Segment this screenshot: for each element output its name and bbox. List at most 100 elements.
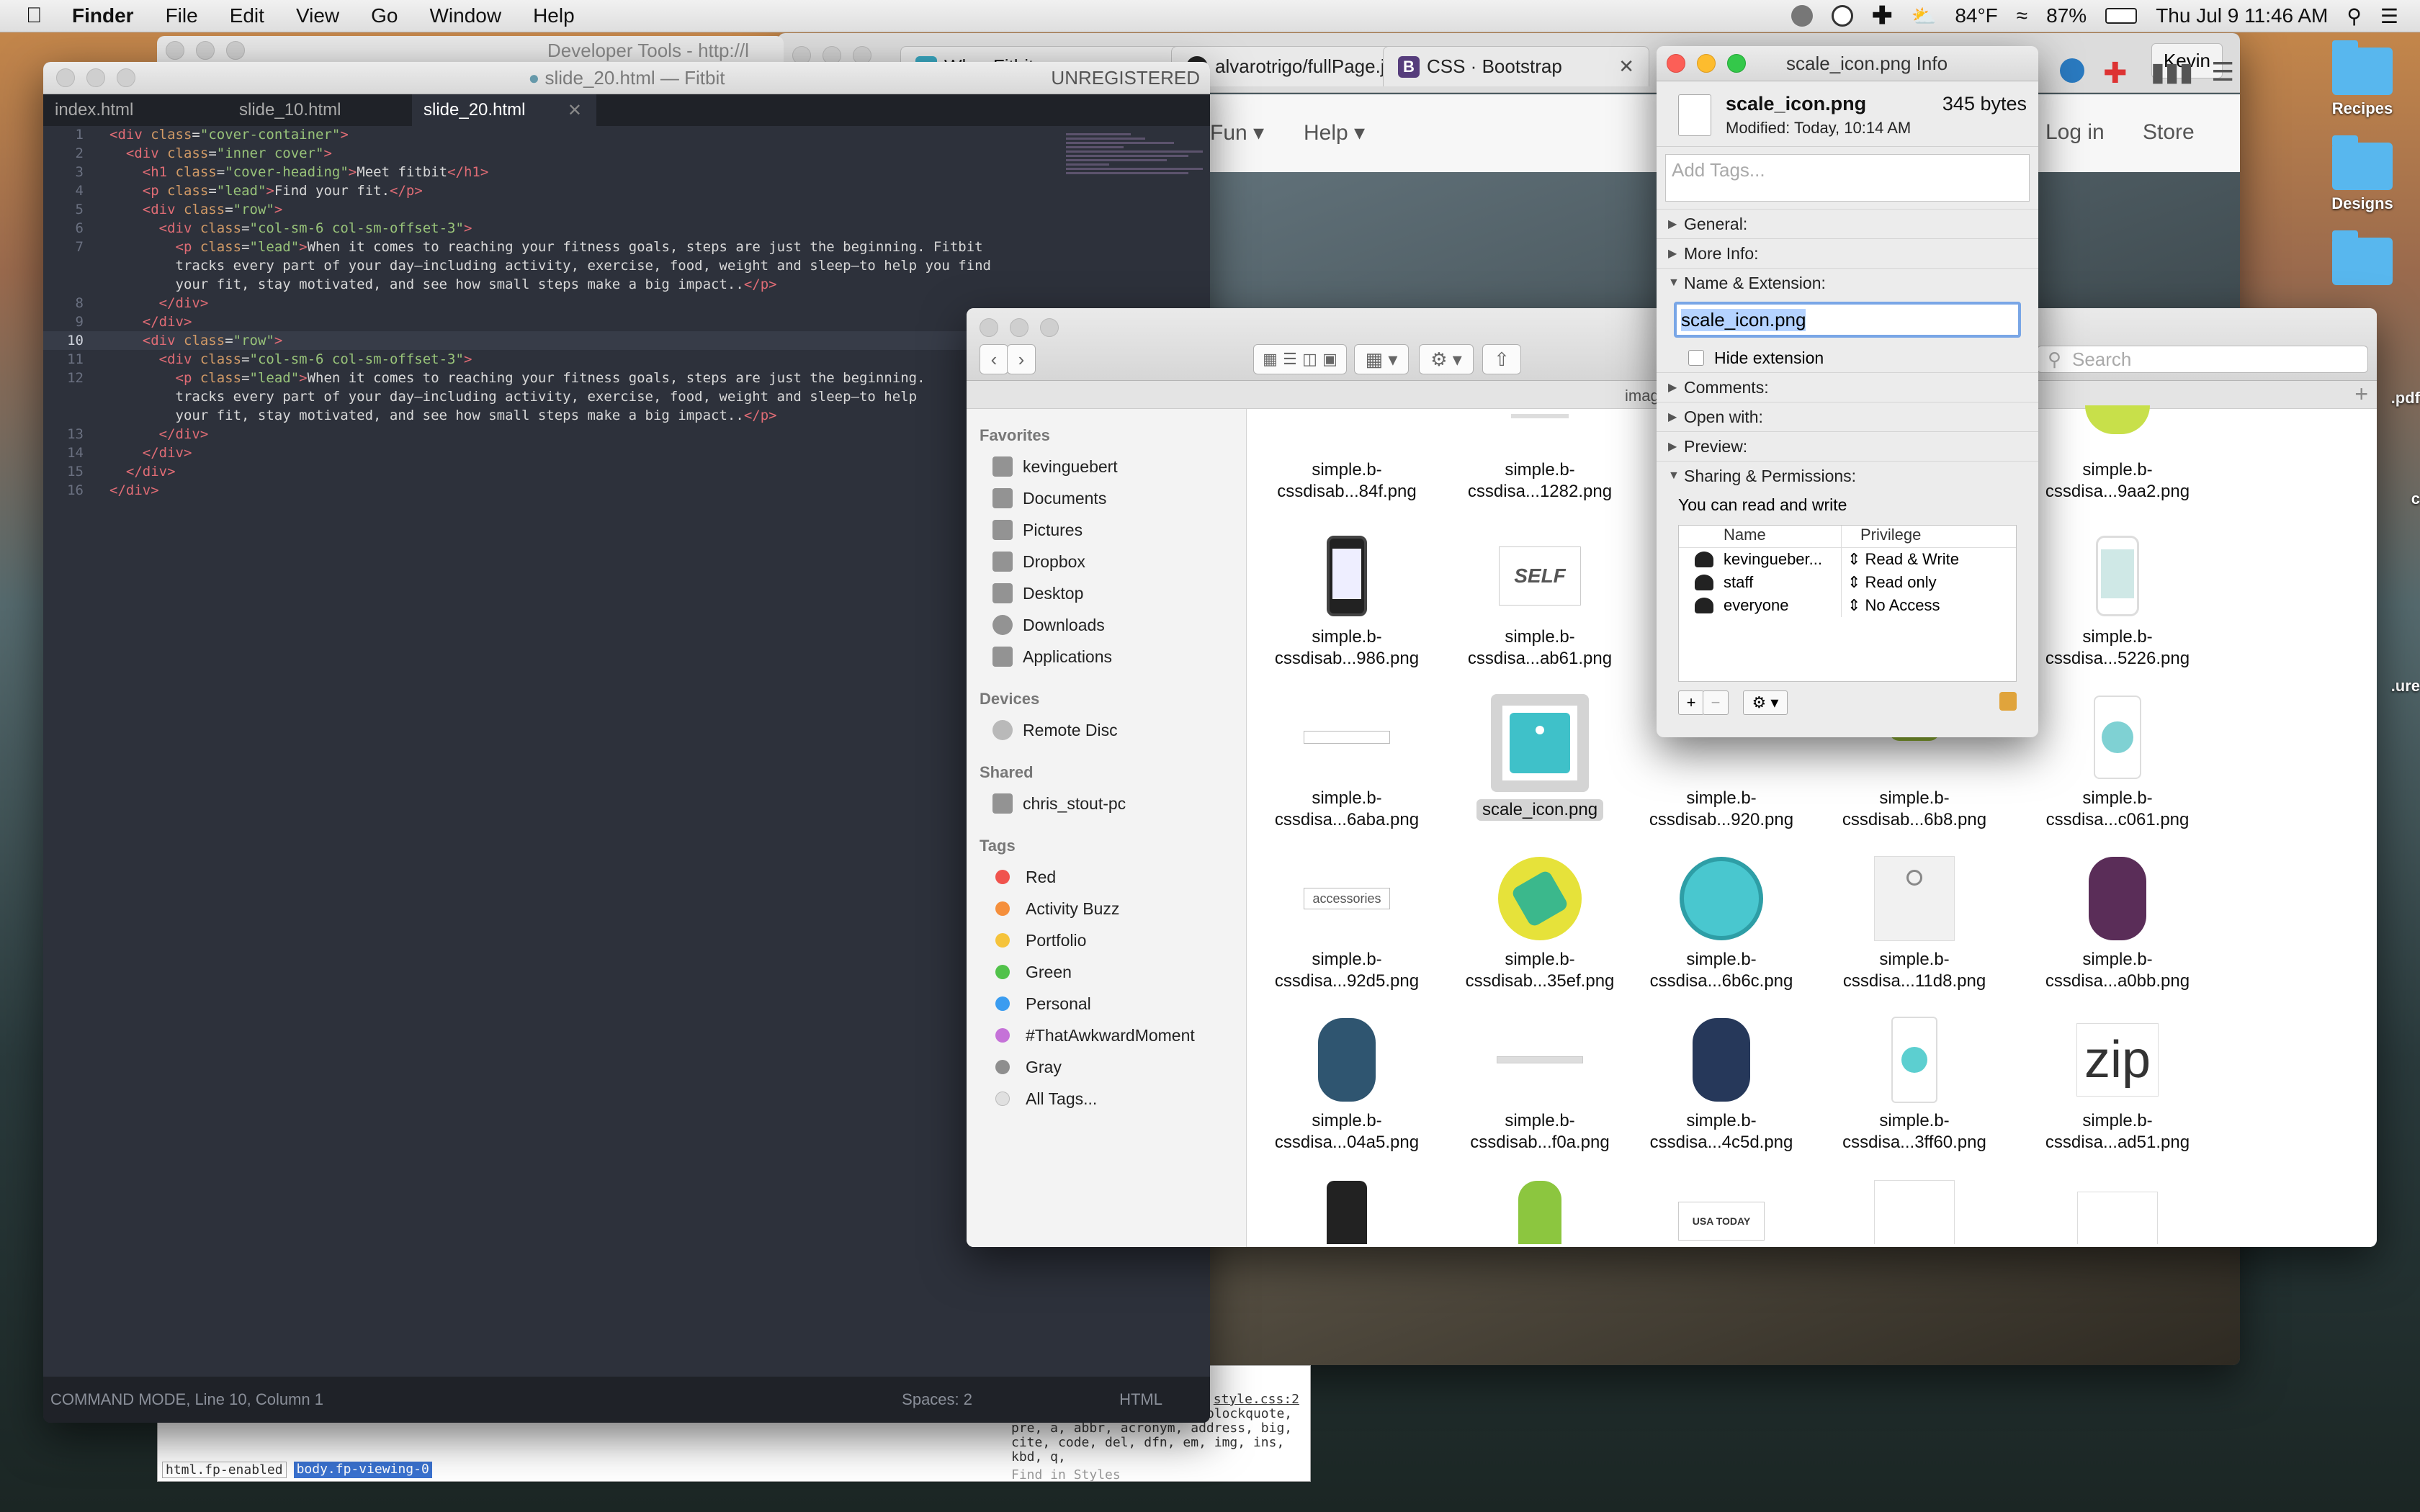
view-mode-switcher[interactable]: ▦ ☰ ◫ ▣ bbox=[1253, 344, 1347, 374]
action-button[interactable]: ⚙ ▾ bbox=[1419, 344, 1474, 374]
nav-help[interactable]: Help ▾ bbox=[1304, 120, 1365, 145]
spotlight-icon[interactable]: ⚲ bbox=[2347, 4, 2362, 28]
permission-row[interactable]: staff ⇕ Read only bbox=[1679, 571, 2016, 594]
lock-icon[interactable] bbox=[1999, 692, 2017, 711]
add-tab-icon[interactable]: + bbox=[2354, 381, 2368, 408]
do-not-disturb-icon[interactable] bbox=[1831, 5, 1853, 27]
file-item[interactable]: simple.b-cssdisab...f0a.png bbox=[1453, 1017, 1626, 1175]
zoom-window-icon[interactable] bbox=[1727, 54, 1746, 73]
menu-file[interactable]: File bbox=[166, 4, 198, 27]
sidebar-item-desktop[interactable]: Desktop bbox=[967, 577, 1246, 609]
permissions-action-button[interactable]: ⚙ ▾ bbox=[1743, 690, 1788, 715]
code-editor[interactable]: 1 <div class="cover-container"> 2 <div cl… bbox=[43, 125, 1066, 1377]
file-item[interactable]: zip simple.b-cssdisa...ad51.png bbox=[2031, 1017, 2204, 1175]
col-header-privilege[interactable]: Privilege bbox=[1842, 526, 1921, 547]
sidebar-item-shared-pc[interactable]: chris_stout-pc bbox=[967, 788, 1246, 819]
close-tab-icon[interactable]: ✕ bbox=[568, 100, 582, 121]
coverflow-view-icon[interactable]: ▣ bbox=[1322, 350, 1337, 369]
desktop-folder[interactable] bbox=[2319, 230, 2406, 289]
file-item[interactable] bbox=[1260, 1178, 1433, 1244]
sidebar-item-applications[interactable]: Applications bbox=[967, 641, 1246, 672]
privilege-popup[interactable]: ⇕ Read only bbox=[1842, 573, 1937, 592]
file-item[interactable]: simple.b-cssdisa...04a5.png bbox=[1260, 1017, 1433, 1175]
close-tab-icon[interactable]: ✕ bbox=[1618, 55, 1634, 78]
sidebar-item-documents[interactable]: Documents bbox=[967, 482, 1246, 514]
section-more-info[interactable]: ▶ More Info: bbox=[1657, 238, 2038, 268]
permission-row[interactable]: kevingueber... ⇕ Read & Write bbox=[1679, 548, 2016, 571]
battery-icon[interactable] bbox=[2105, 8, 2138, 24]
editor-tab-index[interactable]: index.html bbox=[43, 94, 228, 126]
battery-percent[interactable]: 87% bbox=[2046, 4, 2087, 27]
sidebar-all-tags[interactable]: All Tags... bbox=[967, 1083, 1246, 1115]
forward-button[interactable]: › bbox=[1007, 344, 1036, 374]
nav-log-in[interactable]: Log in bbox=[2045, 120, 2105, 145]
name-extension-field[interactable]: scale_icon.png bbox=[1674, 302, 2021, 338]
back-button[interactable]: ‹ bbox=[980, 344, 1008, 374]
file-item[interactable] bbox=[1453, 1178, 1626, 1244]
menu-edit[interactable]: Edit bbox=[230, 4, 264, 27]
file-item[interactable]: simple.b-cssdisa...c061.png bbox=[2031, 694, 2204, 852]
breadcrumb-html[interactable]: html.fp-enabled bbox=[162, 1462, 287, 1478]
file-item[interactable]: simple.b-cssdisa...3ff60.png bbox=[1828, 1017, 2001, 1175]
section-name-extension[interactable]: ▼ Name & Extension: bbox=[1657, 268, 2038, 297]
sidebar-tag-gray[interactable]: Gray bbox=[967, 1051, 1246, 1083]
minimap[interactable] bbox=[1066, 131, 1210, 217]
sidebar-tag-personal[interactable]: Personal bbox=[967, 988, 1246, 1020]
remove-user-button[interactable]: − bbox=[1703, 690, 1729, 715]
sidebar-item-remote-disc[interactable]: Remote Disc bbox=[967, 714, 1246, 746]
privilege-popup[interactable]: ⇕ Read & Write bbox=[1842, 550, 1959, 569]
sidebar-tag-activity-buzz[interactable]: Activity Buzz bbox=[967, 893, 1246, 924]
clock[interactable]: Thu Jul 9 11:46 AM bbox=[2156, 4, 2328, 27]
sidebar-tag-red[interactable]: Red bbox=[967, 861, 1246, 893]
permission-row[interactable]: everyone ⇕ No Access bbox=[1679, 594, 2016, 617]
notification-bell-icon[interactable] bbox=[1791, 5, 1813, 27]
share-button[interactable]: ⇧ bbox=[1482, 344, 1521, 374]
menu-window[interactable]: Window bbox=[429, 4, 501, 27]
file-item[interactable]: SELF simple.b-cssdisa...ab61.png bbox=[1453, 533, 1626, 691]
editor-tab-slide20[interactable]: slide_20.html ✕ bbox=[412, 94, 596, 126]
file-item-selected[interactable]: scale_icon.png bbox=[1453, 694, 1626, 852]
sidebar-tag-portfolio[interactable]: Portfolio bbox=[967, 924, 1246, 956]
devtools-window-controls[interactable] bbox=[166, 41, 245, 60]
file-item[interactable]: simple.b-cssdisa...11d8.png bbox=[1828, 855, 2001, 1014]
nav-store[interactable]: Store bbox=[2143, 120, 2195, 145]
menu-help[interactable]: Help bbox=[533, 4, 575, 27]
sidebar-item-dropbox[interactable]: Dropbox bbox=[967, 546, 1246, 577]
sidebar-tag-awkward[interactable]: #ThatAwkwardMoment bbox=[967, 1020, 1246, 1051]
menu-view[interactable]: View bbox=[296, 4, 339, 27]
menu-go[interactable]: Go bbox=[371, 4, 398, 27]
indentation-setting[interactable]: Spaces: 2 bbox=[902, 1390, 972, 1409]
file-item[interactable]: simple.b-cssdisa...a0bb.png bbox=[2031, 855, 2204, 1014]
section-sharing-permissions[interactable]: ▼ Sharing & Permissions: bbox=[1657, 461, 2038, 490]
close-window-icon[interactable] bbox=[1667, 54, 1685, 73]
add-tags-input[interactable]: Add Tags... bbox=[1665, 154, 2030, 202]
file-item[interactable]: simple.b-cssdisa...6aba.png bbox=[1260, 694, 1433, 852]
syntax-setting[interactable]: HTML bbox=[1119, 1390, 1162, 1409]
file-item[interactable]: simple.b-cssdisab...35ef.png bbox=[1453, 855, 1626, 1014]
file-item[interactable]: simple.b-cssdisa...4c5d.png bbox=[1635, 1017, 1808, 1175]
sidebar-item-home[interactable]: kevinguebert bbox=[967, 451, 1246, 482]
sidebar-item-pictures[interactable]: Pictures bbox=[967, 514, 1246, 546]
notification-center-icon[interactable]: ☰ bbox=[2380, 4, 2398, 28]
col-header-name[interactable]: Name bbox=[1679, 526, 1842, 547]
icon-view-icon[interactable]: ▦ bbox=[1263, 350, 1278, 369]
apple-menu-icon[interactable]:  bbox=[26, 4, 58, 28]
section-preview[interactable]: ▶ Preview: bbox=[1657, 431, 2038, 461]
file-item[interactable]: simple.b-cssdisab...986.png bbox=[1260, 533, 1433, 691]
file-item[interactable] bbox=[1828, 1178, 2001, 1244]
find-in-styles-input[interactable]: Find in Styles bbox=[1011, 1467, 1299, 1482]
file-item[interactable]: accessories simple.b-cssdisa...92d5.png bbox=[1260, 855, 1433, 1014]
browser-tab-bootstrap[interactable]: B CSS · Bootstrap ✕ bbox=[1383, 46, 1649, 86]
health-cross-icon[interactable]: ✚ bbox=[1872, 1, 1893, 30]
minimize-window-icon[interactable] bbox=[1697, 54, 1716, 73]
arrange-button[interactable]: ▦ ▾ bbox=[1354, 344, 1409, 374]
file-item[interactable] bbox=[2031, 1178, 2204, 1244]
column-view-icon[interactable]: ◫ bbox=[1302, 350, 1317, 369]
editor-tab-slide10[interactable]: slide_10.html bbox=[228, 94, 412, 126]
sidebar-tag-green[interactable]: Green bbox=[967, 956, 1246, 988]
section-open-with[interactable]: ▶ Open with: bbox=[1657, 402, 2038, 431]
extension-bars-icon[interactable]: ▮▮▮ bbox=[2151, 57, 2193, 87]
browser-menu-icon[interactable]: ☰ bbox=[2211, 57, 2234, 87]
section-comments[interactable]: ▶ Comments: bbox=[1657, 372, 2038, 402]
breadcrumb-body[interactable]: body.fp-viewing-0 bbox=[293, 1462, 432, 1478]
